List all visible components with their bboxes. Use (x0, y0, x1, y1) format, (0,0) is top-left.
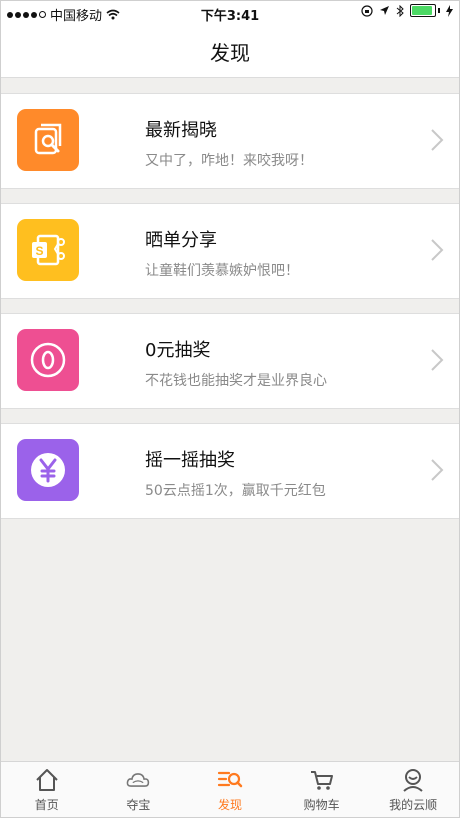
tab-treasure[interactable]: 夺宝 (93, 762, 185, 817)
profile-icon (403, 769, 423, 792)
navigation-bar: 发现 (1, 25, 459, 78)
tab-discover[interactable]: 发现 (184, 762, 276, 817)
status-bar: 中国移动 下午3:41 (1, 1, 459, 25)
share-doc-icon: S (17, 219, 79, 281)
cloud-icon (127, 773, 150, 787)
search-document-icon (17, 109, 79, 171)
bluetooth-icon (396, 4, 404, 17)
rotation-lock-icon (361, 4, 373, 17)
tab-label: 夺宝 (126, 798, 151, 812)
chevron-right-icon (431, 459, 444, 481)
yen-coin-icon (17, 439, 79, 501)
app-screen: 中国移动 下午3:41 发现 最新揭晓 又中了，咋地！来咬我呀！ S 晒单分享 … (0, 0, 460, 818)
list-item-shake-lottery[interactable]: 摇一摇抽奖 50云点摇1次，赢取千元红包 (1, 423, 459, 519)
chevron-right-icon (431, 239, 444, 261)
charging-icon (446, 4, 453, 17)
zero-coin-icon (17, 329, 79, 391)
tab-bar: 首页 夺宝 发现 购物车 我的云顺 (1, 761, 459, 817)
item-title: 0元抽奖 (145, 340, 211, 361)
battery-icon (410, 4, 436, 17)
list-item-free-lottery[interactable]: 0元抽奖 不花钱也能抽奖才是业界良心 (1, 313, 459, 409)
item-subtitle: 50云点摇1次，赢取千元红包 (145, 483, 326, 499)
item-subtitle: 让童鞋们羡慕嫉妒恨吧！ (145, 263, 299, 279)
home-icon (36, 769, 58, 791)
status-right (361, 4, 453, 17)
cart-icon (310, 771, 333, 790)
location-icon (380, 6, 389, 15)
list-item-share-order[interactable]: S 晒单分享 让童鞋们羡慕嫉妒恨吧！ (1, 203, 459, 299)
chevron-right-icon (431, 349, 444, 371)
tab-label: 我的云顺 (389, 798, 438, 812)
item-title: 摇一摇抽奖 (145, 450, 235, 471)
item-subtitle: 不花钱也能抽奖才是业界良心 (145, 373, 327, 389)
tab-profile[interactable]: 我的云顺 (367, 762, 459, 817)
item-subtitle: 又中了，咋地！来咬我呀！ (145, 153, 313, 169)
list-item-latest-reveal[interactable]: 最新揭晓 又中了，咋地！来咬我呀！ (1, 93, 459, 189)
svg-text:S: S (35, 244, 43, 258)
battery-tip (438, 8, 440, 13)
tab-label: 发现 (217, 798, 242, 812)
item-title: 最新揭晓 (145, 120, 217, 141)
tab-label: 购物车 (303, 798, 340, 812)
discover-icon (217, 771, 243, 788)
page-title: 发现 (210, 41, 250, 65)
item-title: 晒单分享 (145, 230, 217, 251)
tab-label: 首页 (34, 798, 59, 812)
tab-cart[interactable]: 购物车 (276, 762, 368, 817)
chevron-right-icon (431, 129, 444, 151)
tab-home[interactable]: 首页 (1, 762, 93, 817)
